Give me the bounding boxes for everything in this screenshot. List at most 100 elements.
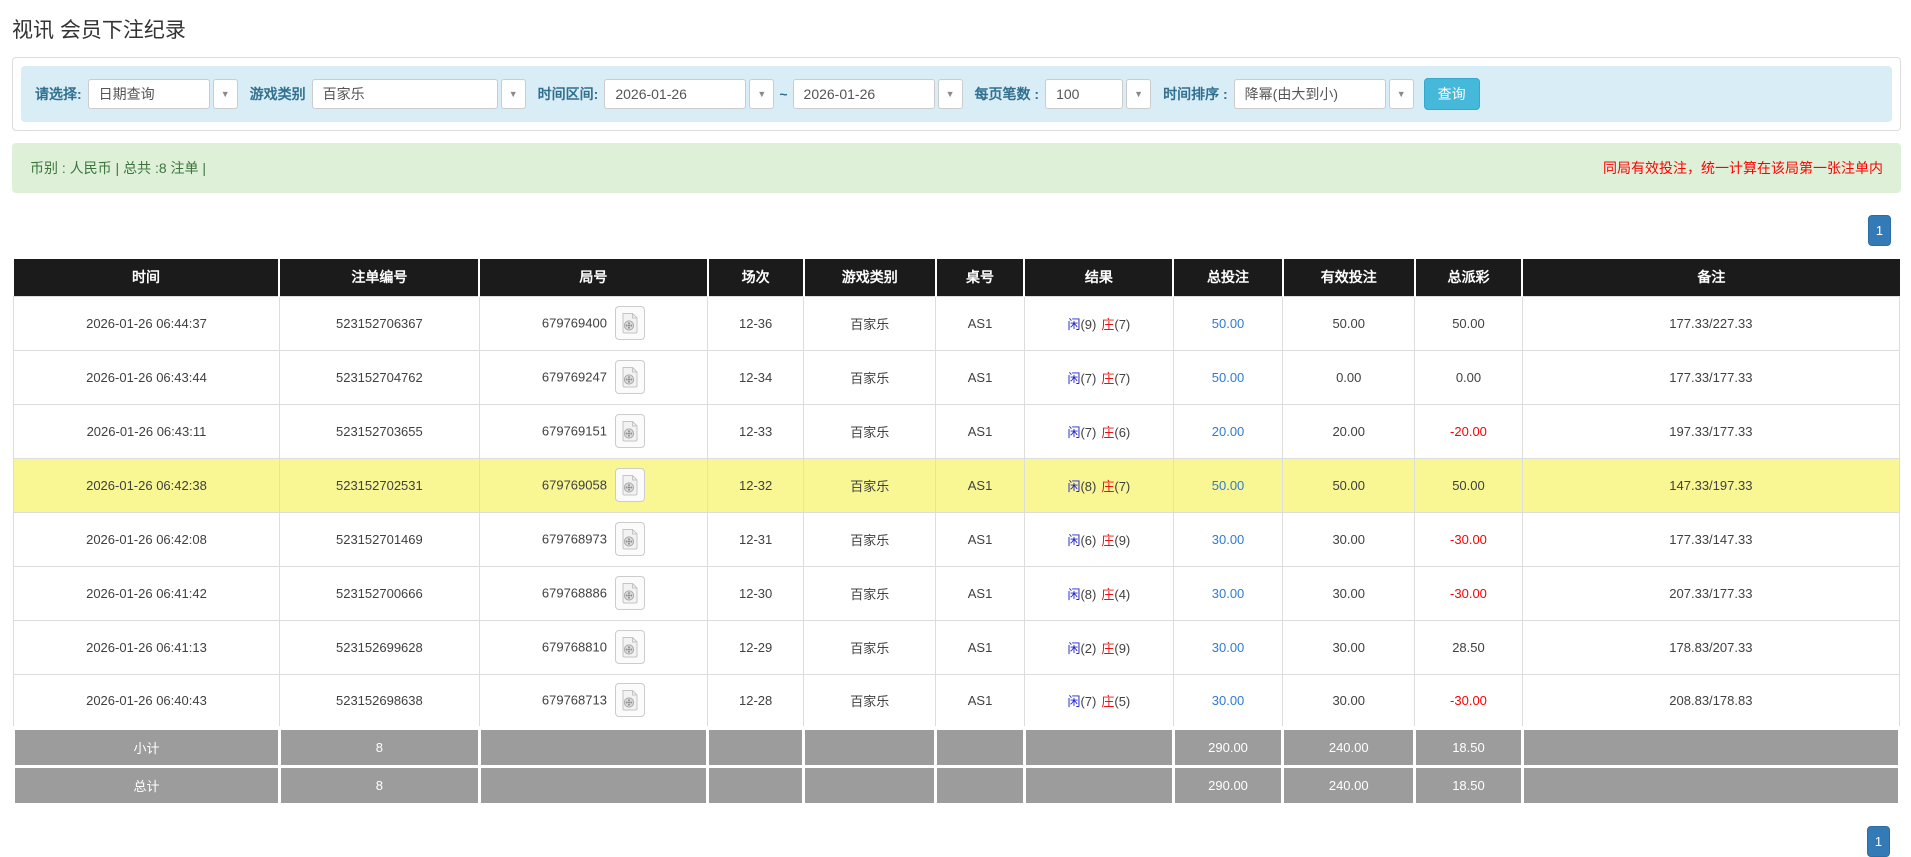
- footer-cell: 18.50: [1413, 726, 1524, 768]
- column-header: 总派彩: [1413, 259, 1523, 296]
- page-size-label: 每页笔数 :: [974, 86, 1040, 102]
- chevron-down-icon[interactable]: ▼: [937, 79, 963, 109]
- cell-session: 12-36: [707, 295, 805, 351]
- video-replay-button[interactable]: [614, 576, 645, 610]
- cell-result: 闲(9) 庄(7): [1023, 295, 1174, 351]
- query-type-value[interactable]: 日期查询: [87, 79, 210, 109]
- payout-value: 28.50: [1452, 639, 1485, 655]
- total-bet-link[interactable]: 50.00: [1212, 370, 1245, 385]
- chevron-down-icon[interactable]: ▼: [212, 79, 238, 109]
- cell-valid-bet: 30.00: [1282, 511, 1416, 567]
- video-replay-button[interactable]: [614, 360, 645, 394]
- round-id-text: 679768713: [541, 692, 607, 708]
- result-banker-label: 庄: [1101, 478, 1115, 494]
- total-bet-link[interactable]: 30.00: [1212, 586, 1245, 601]
- cell-round-id: 679768810: [478, 619, 709, 675]
- result-player-label: 闲: [1067, 370, 1081, 386]
- cell-result: 闲(7) 庄(6): [1023, 403, 1174, 459]
- result-banker-score: (7): [1114, 316, 1131, 332]
- footer-cell: [706, 764, 806, 806]
- cell-total-bet[interactable]: 30.00: [1172, 565, 1284, 621]
- cell-total-bet[interactable]: 30.00: [1172, 511, 1284, 567]
- date-from-value[interactable]: 2026-01-26: [604, 79, 747, 109]
- video-replay-button[interactable]: [614, 683, 645, 718]
- total-bet-link[interactable]: 20.00: [1212, 424, 1245, 439]
- cell-total-bet[interactable]: 50.00: [1172, 295, 1284, 351]
- video-file-icon: [622, 690, 638, 711]
- pagination-bottom: 1: [1867, 826, 1890, 857]
- page-size-select[interactable]: 100 ▼: [1045, 79, 1152, 109]
- table-header-row: 时间 注单编号 局号 场次 游戏类别 桌号 结果 总投注 有效投注 总派彩 备注: [13, 259, 1900, 296]
- payout-value: 0.00: [1455, 369, 1482, 385]
- video-replay-button[interactable]: [614, 468, 645, 502]
- result-banker-score: (5): [1114, 693, 1131, 709]
- cell-valid-bet: 20.00: [1282, 403, 1416, 459]
- cell-game-type: 百家乐: [803, 565, 937, 621]
- cell-time: 2026-01-26 06:43:11: [13, 403, 280, 459]
- page-1-button-bottom[interactable]: 1: [1867, 826, 1890, 857]
- cell-total-bet[interactable]: 30.00: [1172, 619, 1284, 675]
- footer-cell: [1520, 764, 1902, 806]
- chevron-down-icon[interactable]: ▼: [749, 79, 775, 109]
- video-replay-button[interactable]: [614, 306, 645, 340]
- cell-session: 12-29: [707, 619, 805, 675]
- result-banker-score: (4): [1114, 586, 1131, 602]
- payout-value: -30.00: [1450, 585, 1487, 601]
- cell-game-type: 百家乐: [803, 619, 937, 675]
- footer-cell: [477, 726, 710, 768]
- cell-total-bet[interactable]: 50.00: [1172, 349, 1284, 405]
- cell-result: 闲(8) 庄(4): [1023, 565, 1174, 621]
- cell-time: 2026-01-26 06:42:08: [13, 511, 280, 567]
- chevron-down-icon[interactable]: ▼: [1126, 79, 1152, 109]
- video-replay-button[interactable]: [614, 414, 645, 448]
- search-button[interactable]: 查询: [1423, 78, 1480, 110]
- footer-cell: [802, 726, 938, 768]
- footer-cell: [802, 764, 938, 806]
- cell-remark: 178.83/207.33: [1521, 619, 1901, 675]
- query-type-select[interactable]: 日期查询 ▼: [87, 79, 238, 109]
- cell-total-bet[interactable]: 20.00: [1172, 403, 1284, 459]
- sort-order-select[interactable]: 降幂(由大到小) ▼: [1233, 79, 1414, 109]
- cell-remark: 197.33/177.33: [1521, 403, 1901, 459]
- footer-cell: 240.00: [1281, 726, 1417, 768]
- total-bet-link[interactable]: 30.00: [1212, 532, 1245, 547]
- date-from-input[interactable]: 2026-01-26 ▼: [604, 79, 775, 109]
- video-replay-button[interactable]: [614, 522, 645, 556]
- page-size-value[interactable]: 100: [1045, 79, 1124, 109]
- video-file-icon: [622, 367, 638, 388]
- cell-valid-bet: 50.00: [1282, 295, 1416, 351]
- total-bet-link[interactable]: 50.00: [1212, 478, 1245, 493]
- sort-order-value[interactable]: 降幂(由大到小): [1233, 79, 1386, 109]
- table-row: 2026-01-26 06:42:38 523152702531 679769058…: [13, 457, 1901, 513]
- cell-total-bet[interactable]: 50.00: [1172, 457, 1284, 513]
- result-player-score: (9): [1080, 316, 1097, 332]
- result-banker-score: (9): [1114, 532, 1131, 548]
- cell-game-type: 百家乐: [803, 295, 937, 351]
- sort-order-label: 时间排序 :: [1163, 86, 1228, 102]
- result-player-score: (8): [1080, 478, 1097, 494]
- cell-result: 闲(7) 庄(7): [1023, 349, 1174, 405]
- cell-round-id: 679769151: [478, 403, 709, 459]
- chevron-down-icon[interactable]: ▼: [1388, 79, 1414, 109]
- cell-total-bet[interactable]: 30.00: [1172, 673, 1284, 729]
- game-type-select[interactable]: 百家乐 ▼: [311, 79, 526, 109]
- table-footer: 小计 8 290.00 240.00 18.50 总计 8 290.00 240.00 18.50: [12, 726, 1902, 806]
- cell-result: 闲(6) 庄(9): [1023, 511, 1174, 567]
- round-id-text: 679768886: [541, 585, 607, 601]
- chevron-down-icon[interactable]: ▼: [500, 79, 526, 109]
- page-1-button[interactable]: 1: [1868, 215, 1891, 246]
- cell-game-type: 百家乐: [803, 673, 937, 729]
- payout-value: -30.00: [1450, 531, 1487, 547]
- total-bet-link[interactable]: 30.00: [1212, 693, 1245, 708]
- result-player-score: (2): [1080, 640, 1097, 656]
- table-row: 2026-01-26 06:41:13 523152699628 679768810…: [13, 619, 1901, 675]
- cell-valid-bet: 50.00: [1282, 457, 1416, 513]
- cell-bet-id: 523152704762: [278, 349, 480, 405]
- total-bet-link[interactable]: 30.00: [1212, 640, 1245, 655]
- date-to-input[interactable]: 2026-01-26 ▼: [792, 79, 963, 109]
- total-bet-link[interactable]: 50.00: [1212, 316, 1245, 331]
- cell-time: 2026-01-26 06:42:38: [13, 457, 280, 513]
- date-to-value[interactable]: 2026-01-26: [792, 79, 935, 109]
- video-replay-button[interactable]: [614, 630, 645, 664]
- game-type-value[interactable]: 百家乐: [311, 79, 498, 109]
